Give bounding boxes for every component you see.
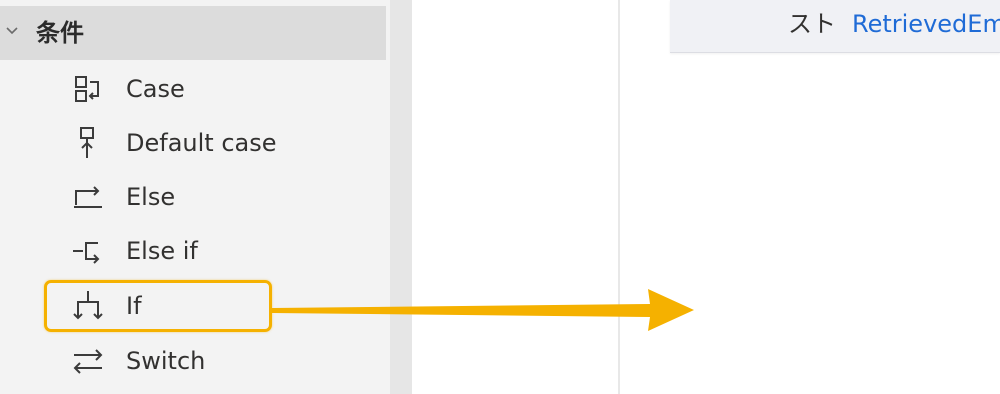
action-item-else[interactable]: Else — [56, 174, 376, 220]
variable-label-suffix: スト — [788, 10, 836, 38]
variable-name-link[interactable]: RetrievedEm — [852, 0, 1000, 48]
action-item-else-if[interactable]: Else if — [56, 228, 376, 274]
action-item-default-case[interactable]: Default case — [56, 120, 376, 166]
case-icon — [75, 76, 99, 102]
default-case-icon — [80, 127, 94, 158]
highlight-box-if — [44, 280, 272, 332]
chevron-down-icon — [6, 27, 18, 35]
switch-icon — [73, 349, 103, 374]
group-header-conditions[interactable]: 条件 — [0, 6, 386, 60]
action-label: Switch — [126, 347, 206, 375]
else-if-icon — [73, 242, 100, 264]
else-icon — [74, 186, 102, 208]
variable-card[interactable]: スト RetrievedEm — [670, 0, 1000, 53]
action-label: Default case — [126, 129, 277, 157]
action-item-case[interactable]: Case — [56, 66, 376, 112]
action-label: Case — [126, 75, 185, 103]
annotation-arrow — [272, 289, 694, 331]
screenshot-stage: 条件 Case Default case Else Else if If Swi… — [0, 0, 1000, 394]
group-title: 条件 — [36, 19, 84, 47]
action-label: Else if — [126, 237, 198, 265]
action-item-switch[interactable]: Switch — [56, 338, 376, 384]
action-label: Else — [126, 183, 176, 211]
